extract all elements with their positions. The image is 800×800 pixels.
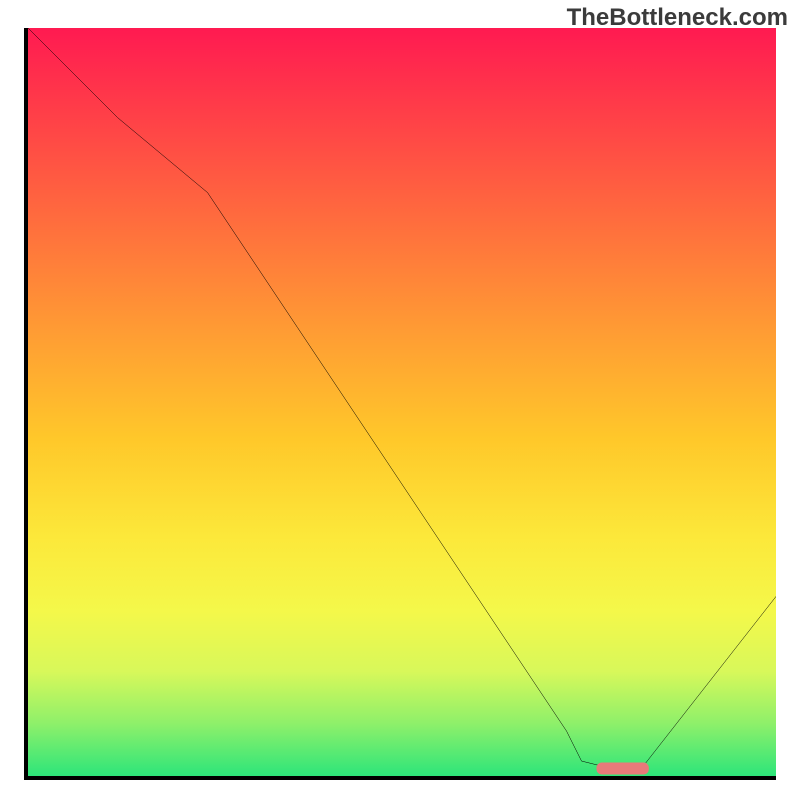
chart-container: TheBottleneck.com <box>0 0 800 800</box>
data-curve <box>28 28 776 769</box>
chart-frame <box>24 28 776 780</box>
plot-svg <box>28 28 776 776</box>
minimum-marker <box>596 763 648 775</box>
